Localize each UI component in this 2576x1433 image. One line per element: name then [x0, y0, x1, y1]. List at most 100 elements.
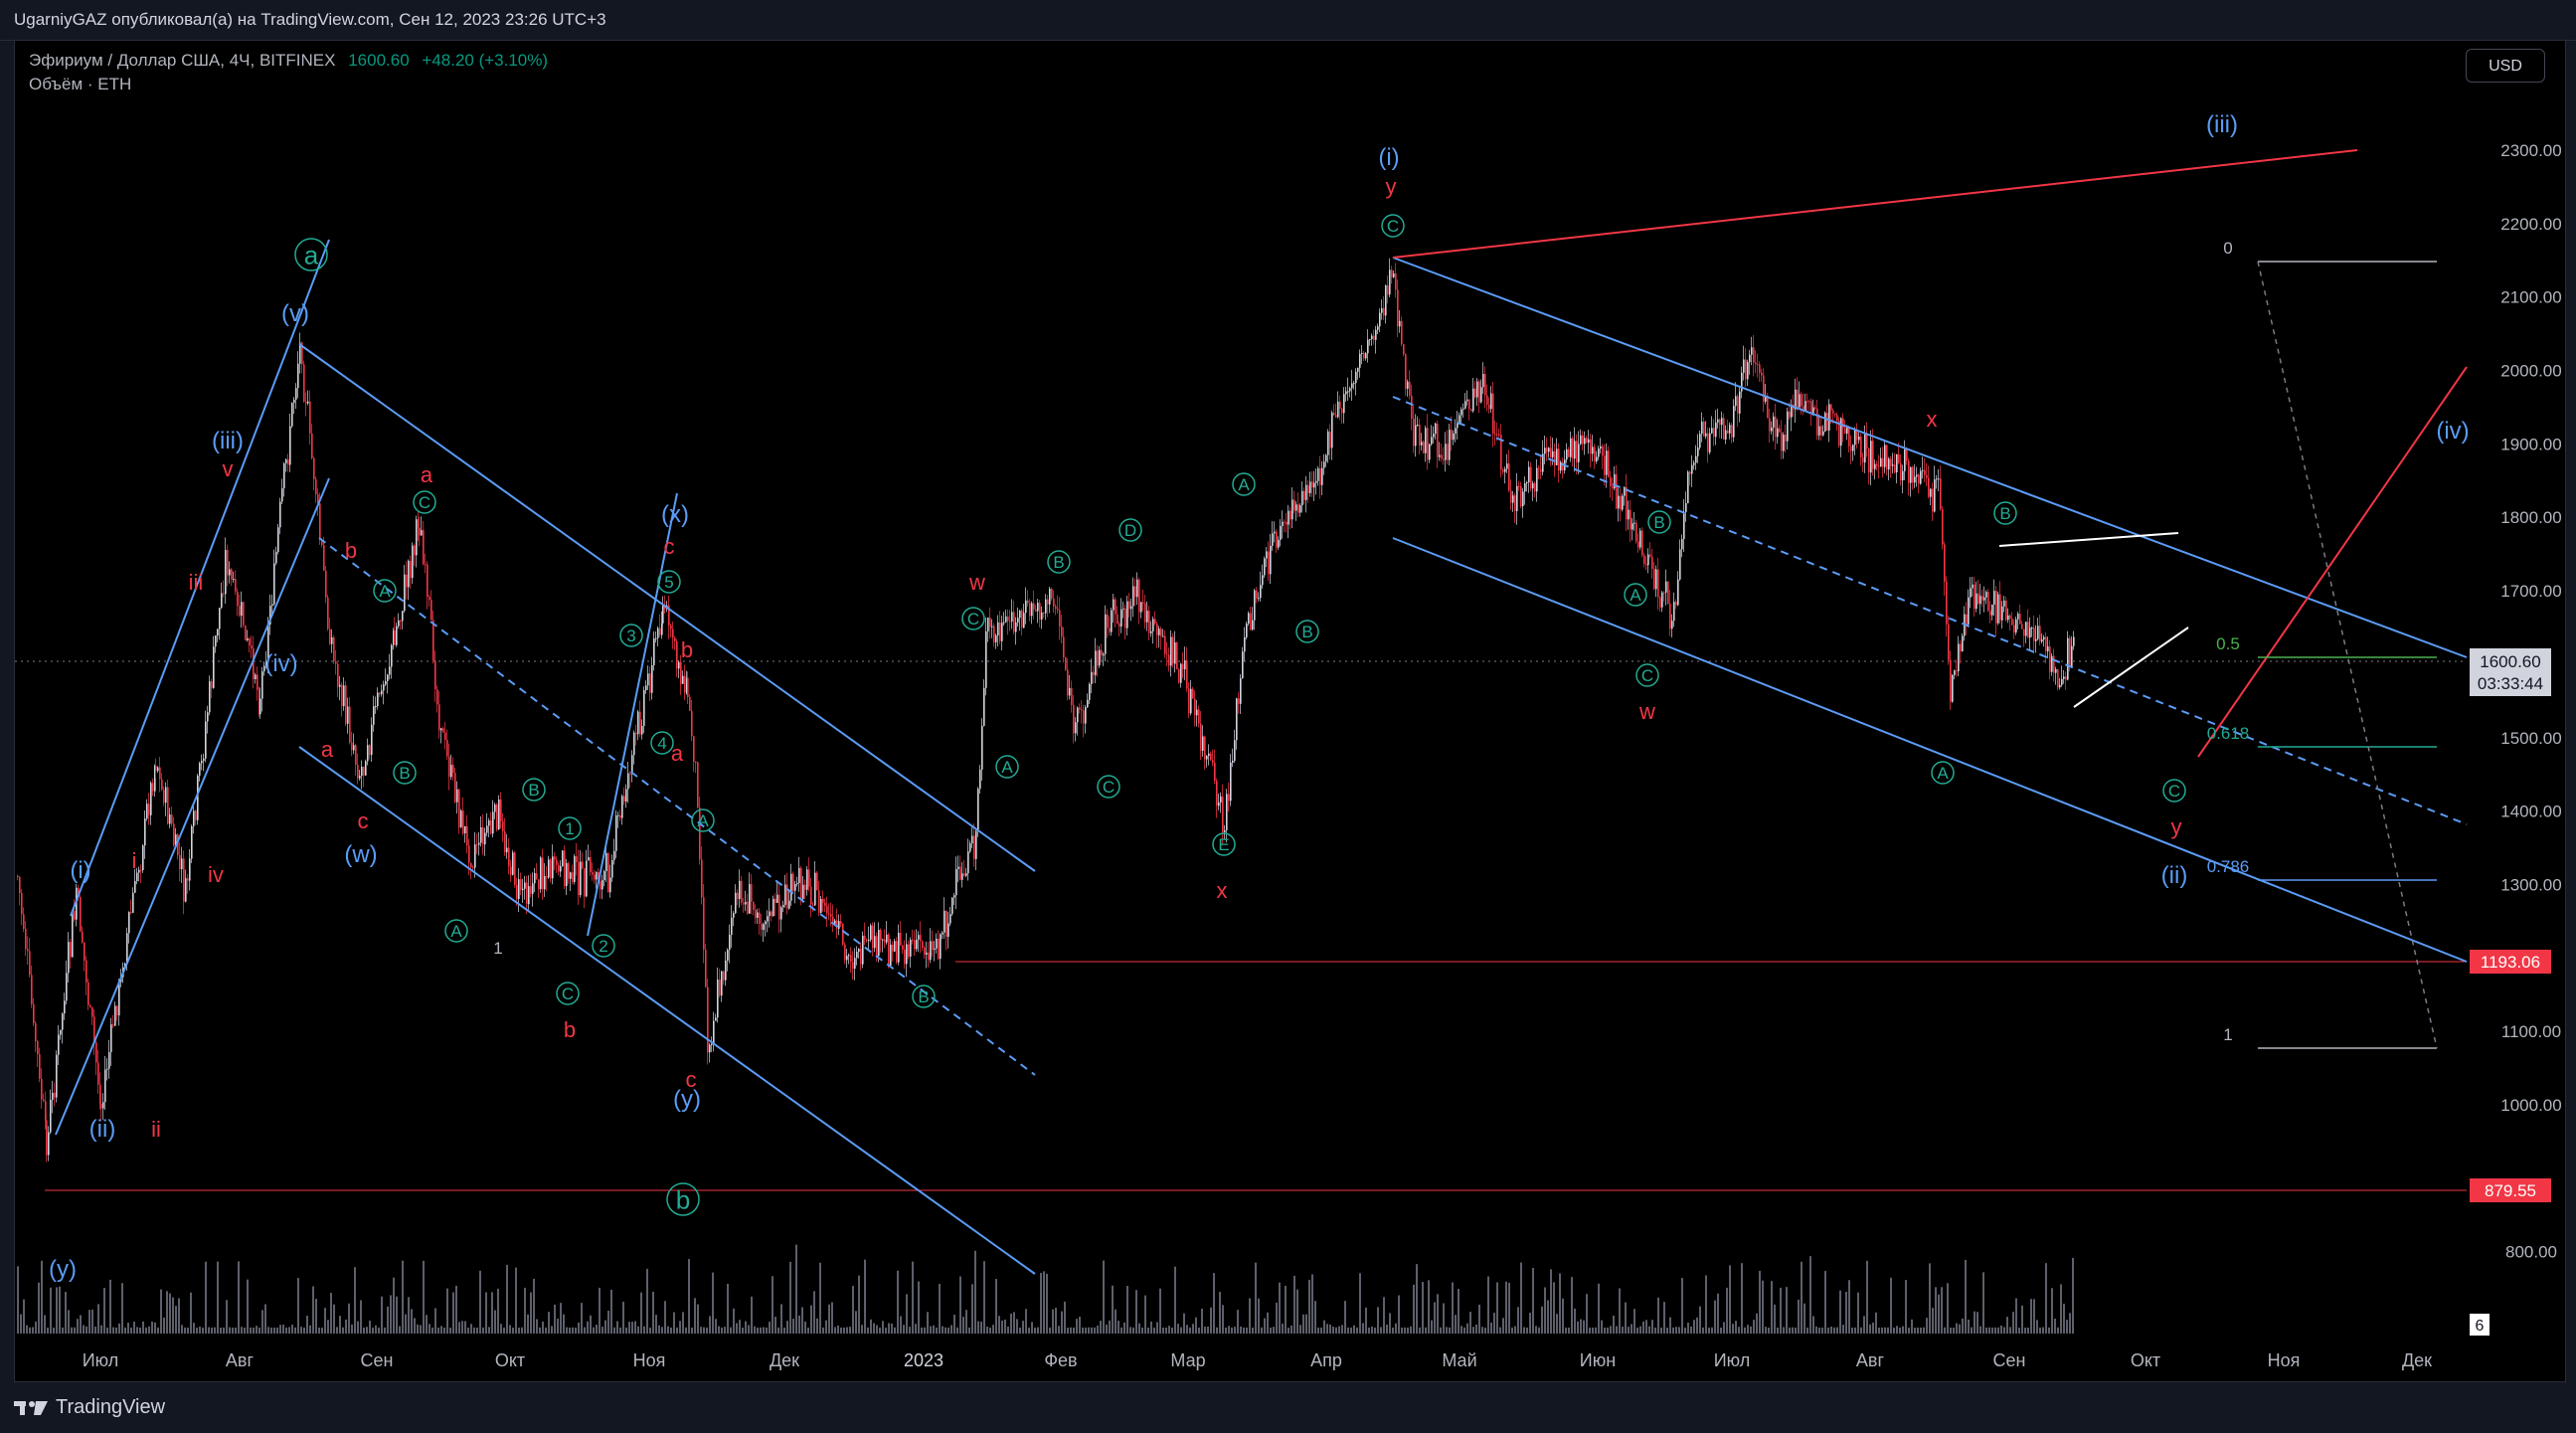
- candle-body: [289, 426, 291, 465]
- candle-body: [1270, 545, 1272, 575]
- volume-bar: [1645, 1320, 1647, 1334]
- candle-body: [1455, 428, 1457, 434]
- volume-bar: [631, 1322, 633, 1334]
- candle-body: [808, 869, 810, 887]
- candle-body: [259, 698, 261, 715]
- volume-bar: [500, 1324, 502, 1334]
- candle-body: [850, 955, 852, 963]
- volume-bar: [1589, 1327, 1591, 1334]
- candle-body: [689, 697, 691, 711]
- candle-body: [1908, 460, 1910, 483]
- candle-body: [600, 881, 601, 890]
- volume-bar: [766, 1327, 768, 1334]
- candle-body: [510, 866, 512, 875]
- candle-body: [544, 875, 546, 890]
- candle-body: [1892, 464, 1894, 466]
- volume-bar: [1350, 1327, 1352, 1334]
- circled-wave-label: D: [1124, 521, 1136, 540]
- candle-body: [215, 635, 217, 647]
- volume-bar: [1302, 1314, 1304, 1334]
- candle-body: [670, 625, 672, 629]
- volume-bar: [1744, 1327, 1746, 1334]
- candle-body: [798, 867, 800, 884]
- tradingview-logo[interactable]: TradingView: [14, 1396, 165, 1419]
- volume-bar: [1183, 1313, 1185, 1334]
- volume-bar: [1547, 1300, 1549, 1334]
- volume-bar: [396, 1296, 398, 1334]
- wave-label-blue: (iii): [2206, 111, 2238, 138]
- volume-bar: [1276, 1302, 1278, 1334]
- candle-body: [1349, 388, 1351, 392]
- candle-body: [1492, 393, 1494, 435]
- volume-bar: [924, 1327, 926, 1334]
- volume-bar: [1982, 1272, 1984, 1334]
- candle-body: [1363, 352, 1365, 359]
- volume-bar: [1091, 1327, 1093, 1334]
- volume-bar: [1663, 1302, 1665, 1334]
- volume-bar: [1446, 1327, 1448, 1334]
- volume-bar: [1007, 1327, 1009, 1334]
- candle-body: [554, 856, 556, 860]
- chart-canvas[interactable]: 2300.002200.002100.002000.001900.001800.…: [15, 41, 2565, 1381]
- circled-wave-label: B: [528, 781, 539, 800]
- volume-bar: [124, 1327, 126, 1334]
- currency-button[interactable]: USD: [2466, 49, 2545, 83]
- symbol-legend[interactable]: Эфириум / Доллар США, 4Ч, BITFINEX 1600.…: [29, 51, 548, 71]
- candle-body: [464, 825, 466, 833]
- candle-body: [1850, 446, 1852, 451]
- candle-body: [1681, 538, 1683, 550]
- volume-bar: [1806, 1327, 1808, 1334]
- candle-body: [727, 950, 729, 961]
- volume-bar: [1422, 1282, 1424, 1334]
- volume-bar: [622, 1301, 624, 1334]
- candle-body: [492, 811, 494, 834]
- volume-bar: [1839, 1290, 1841, 1334]
- candle-body: [1580, 435, 1582, 445]
- candle-body: [349, 706, 351, 743]
- candle-body: [1421, 442, 1423, 446]
- volume-bar: [139, 1327, 141, 1334]
- volume-bar: [593, 1327, 595, 1334]
- candle-body: [1538, 467, 1540, 469]
- volume-bar: [1186, 1325, 1188, 1334]
- candle-body: [1109, 627, 1111, 632]
- candle-body: [961, 873, 963, 880]
- volume-bar: [813, 1291, 815, 1334]
- chart-pane[interactable]: 2300.00 2200.00 2100.00 2000.00 1900.00 1800.…: [14, 40, 2566, 1382]
- candle-body: [1816, 408, 1818, 436]
- candle-body: [1071, 687, 1073, 705]
- candle-body: [191, 825, 193, 859]
- candle-body: [1337, 401, 1339, 418]
- volume-legend[interactable]: Объём · ETH: [29, 75, 131, 94]
- circled-wave-label: B: [918, 987, 929, 1006]
- volume-bar: [1317, 1327, 1319, 1334]
- candle-body: [814, 872, 816, 906]
- candle-body: [150, 783, 152, 815]
- candle-body: [747, 901, 749, 914]
- candle-body: [1276, 531, 1278, 548]
- volume-bar: [1231, 1327, 1233, 1334]
- candle-body: [1138, 579, 1140, 613]
- candle-body: [761, 924, 763, 930]
- candle-body: [1063, 636, 1065, 657]
- volume-bar: [965, 1310, 967, 1334]
- candle-body: [607, 852, 609, 893]
- candle-body: [1210, 753, 1212, 761]
- candle-body: [1289, 510, 1291, 520]
- candle-body: [848, 955, 850, 957]
- candle-body: [1918, 474, 1920, 484]
- candle-body: [526, 882, 528, 905]
- volume-bar: [1738, 1327, 1740, 1334]
- volume-bar: [2036, 1320, 2038, 1334]
- candle-body: [60, 1029, 62, 1035]
- volume-bar: [279, 1325, 281, 1334]
- volume-bar: [437, 1327, 439, 1334]
- volume-bar: [106, 1327, 108, 1334]
- volume-bar: [974, 1250, 976, 1334]
- volume-bar: [238, 1261, 240, 1334]
- volume-bar: [721, 1327, 723, 1334]
- circled-wave-label: 3: [626, 627, 635, 645]
- volume-bar: [172, 1297, 174, 1334]
- candle-body: [2027, 622, 2029, 638]
- volume-bar: [1830, 1326, 1832, 1334]
